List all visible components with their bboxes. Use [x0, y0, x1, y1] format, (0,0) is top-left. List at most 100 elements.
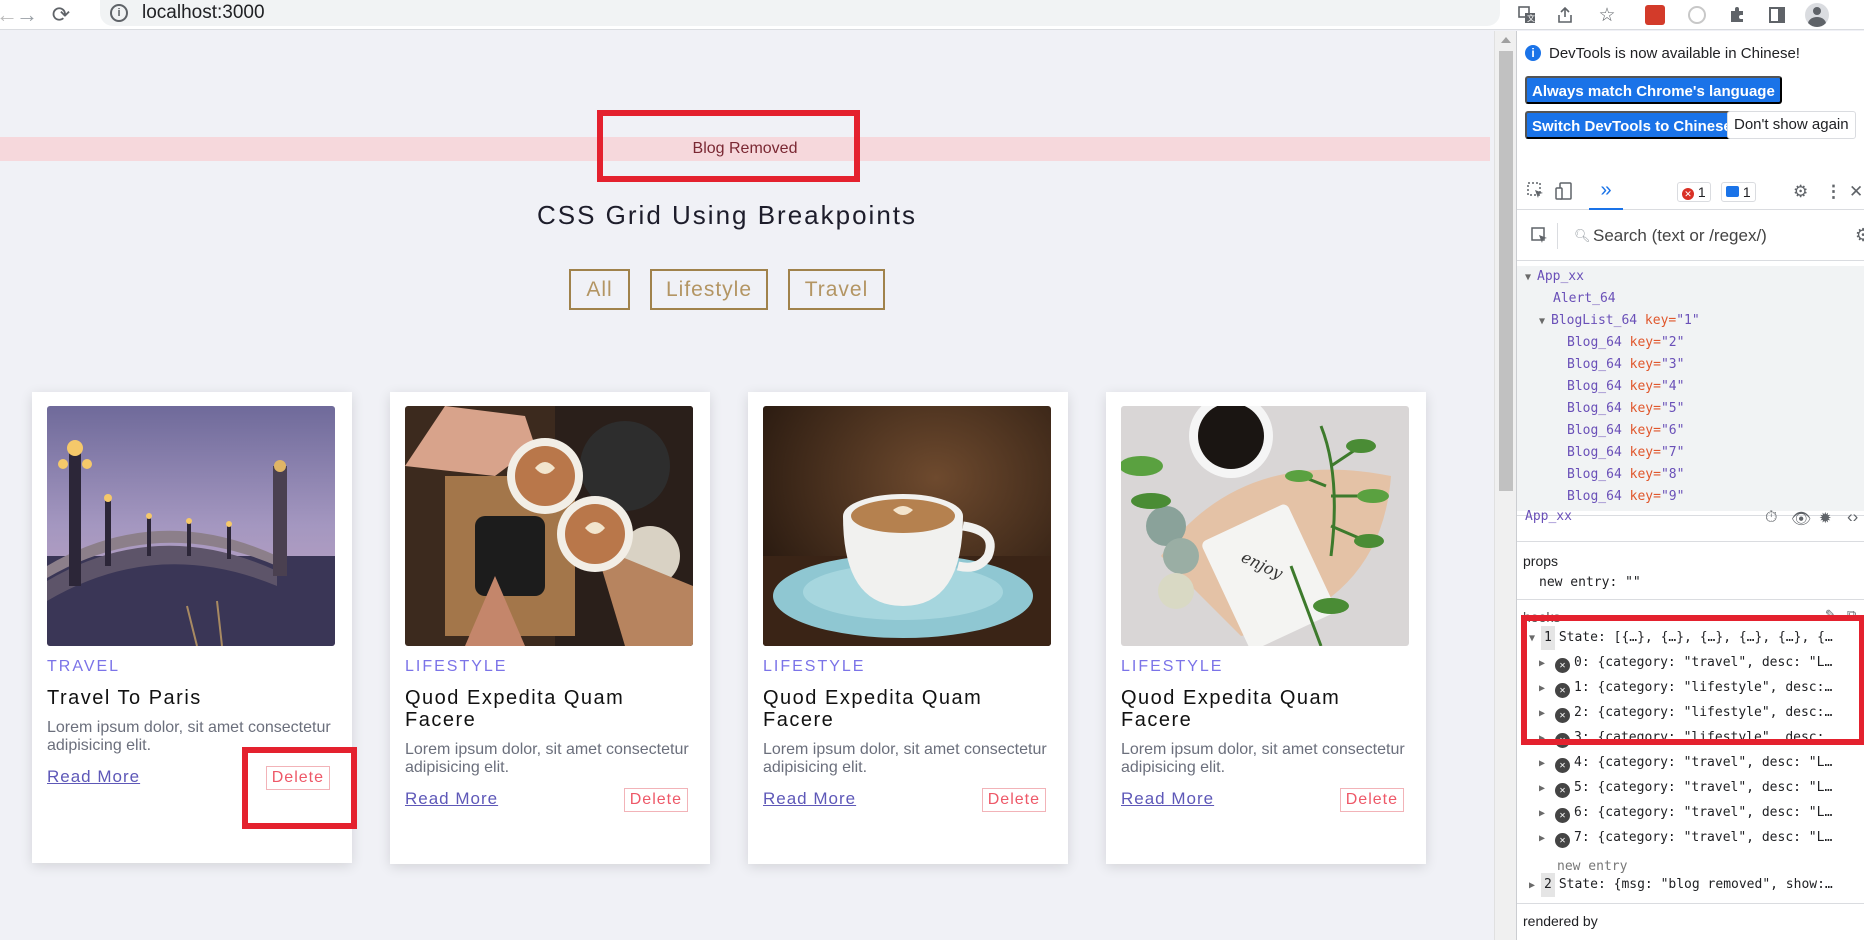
state-item-row[interactable]: ▶ ✕ 7: {category: "travel", desc: "L…: [1539, 826, 1832, 850]
tree-node-app[interactable]: ▼ App_xx: [1517, 266, 1864, 288]
bug-icon[interactable]: ✹: [1819, 509, 1832, 527]
highlight-box-alert: [597, 110, 860, 182]
blog-description: Lorem ipsum dolor, sit amet consectetur …: [763, 741, 1047, 776]
read-more-link[interactable]: Read More: [47, 767, 140, 787]
blog-category: LIFESTYLE: [405, 658, 508, 675]
dont-show-again-button[interactable]: Don't show again: [1727, 111, 1856, 139]
tree-node-blog[interactable]: Blog_64 key="6": [1517, 420, 1864, 442]
devtools-language-notice: DevTools is now available in Chinese!: [1549, 45, 1800, 62]
forward-arrow-icon[interactable]: →: [14, 2, 40, 28]
select-component-icon[interactable]: [1531, 227, 1549, 250]
remove-item-icon[interactable]: ✕: [1555, 758, 1570, 773]
error-count: 1: [1697, 184, 1706, 200]
site-info-icon[interactable]: i: [110, 4, 128, 22]
reload-icon[interactable]: ⟳: [48, 2, 74, 28]
tree-node-blog[interactable]: Blog_64 key="8": [1517, 464, 1864, 486]
props-entry[interactable]: new entry: "": [1539, 575, 1641, 590]
share-icon[interactable]: [1552, 2, 1578, 28]
delete-button[interactable]: Delete: [1339, 788, 1404, 812]
blog-card: LIFESTYLE Quod Expedita Quam Facere Lore…: [390, 392, 710, 864]
blog-title: Quod Expedita Quam Facere: [405, 687, 625, 731]
filter-lifestyle-button[interactable]: Lifestyle: [650, 269, 768, 310]
tree-node-blog[interactable]: Blog_64 key="7": [1517, 442, 1864, 464]
blog-image-coffee-cup: [763, 406, 1051, 646]
read-more-link[interactable]: Read More: [1121, 789, 1214, 809]
expand-triangle-icon[interactable]: ▶: [1539, 827, 1551, 851]
more-tabs-icon[interactable]: »: [1589, 174, 1623, 210]
url-text: localhost:3000: [142, 2, 265, 23]
remove-item-icon[interactable]: ✕: [1555, 783, 1570, 798]
source-code-icon[interactable]: ‹›: [1847, 507, 1858, 527]
eye-icon[interactable]: 👁︎: [1791, 509, 1811, 529]
tree-node-alert[interactable]: Alert_64: [1517, 288, 1864, 310]
hook-state-row[interactable]: ▶ 2 State: {msg: "blog removed", show:…: [1529, 873, 1833, 897]
settings-gear-icon[interactable]: ⚙: [1855, 225, 1864, 246]
svg-text:文: 文: [1527, 13, 1535, 23]
blog-category: TRAVEL: [47, 658, 121, 675]
filter-travel-button[interactable]: Travel: [788, 269, 885, 310]
extension-icon-2[interactable]: [1684, 2, 1710, 28]
expand-triangle-icon[interactable]: ▼: [1539, 311, 1551, 333]
kebab-menu-icon[interactable]: ⋮: [1825, 182, 1842, 202]
tree-node-blog[interactable]: Blog_64 key="9": [1517, 486, 1864, 508]
components-search-row: 🔍︎ ⚙: [1517, 211, 1864, 261]
star-icon[interactable]: ☆: [1594, 2, 1620, 28]
delete-button[interactable]: Delete: [981, 788, 1046, 812]
component-search-input[interactable]: [1569, 223, 1829, 249]
remove-item-icon[interactable]: ✕: [1555, 833, 1570, 848]
switch-to-chinese-button[interactable]: Switch DevTools to Chinese: [1525, 111, 1739, 139]
blog-description: Lorem ipsum dolor, sit amet consectetur …: [405, 741, 689, 776]
tree-node-blog[interactable]: Blog_64 key="5": [1517, 398, 1864, 420]
tree-node-blog[interactable]: Blog_64 key="2": [1517, 332, 1864, 354]
blog-category: LIFESTYLE: [763, 658, 866, 675]
address-bar[interactable]: i localhost:3000: [100, 0, 1500, 26]
tree-node-bloglist[interactable]: ▼ BlogList_64 key="1": [1517, 310, 1864, 332]
read-more-link[interactable]: Read More: [763, 789, 856, 809]
blog-image-coffee-cheers: [405, 406, 693, 646]
error-count-badge[interactable]: ✕ 1: [1677, 182, 1711, 202]
tree-node-blog[interactable]: Blog_64 key="4": [1517, 376, 1864, 398]
sidepanel-icon[interactable]: [1764, 2, 1790, 28]
extension-icon[interactable]: [1642, 2, 1668, 28]
puzzle-icon[interactable]: [1724, 2, 1750, 28]
scroll-thumb[interactable]: [1499, 51, 1513, 491]
stopwatch-icon[interactable]: ⏱: [1765, 509, 1777, 527]
read-more-link[interactable]: Read More: [405, 789, 498, 809]
expand-triangle-icon[interactable]: ▶: [1539, 752, 1551, 776]
expand-triangle-icon[interactable]: ▶: [1529, 874, 1541, 898]
scroll-up-arrow-icon[interactable]: [1501, 37, 1511, 43]
blog-title: Quod Expedita Quam Facere: [763, 687, 983, 731]
state-item-row[interactable]: ▶ ✕ 6: {category: "travel", desc: "L…: [1539, 801, 1832, 825]
profile-icon[interactable]: [1804, 2, 1830, 28]
page-scrollbar[interactable]: [1494, 31, 1516, 940]
blog-image-coffee-leaves: enjoy: [1121, 406, 1409, 646]
settings-gear-icon[interactable]: ⚙: [1793, 182, 1808, 202]
message-count: 1: [1742, 184, 1751, 200]
expand-triangle-icon[interactable]: ▶: [1539, 777, 1551, 801]
blog-title: Quod Expedita Quam Facere: [1121, 687, 1341, 731]
filter-all-button[interactable]: All: [569, 269, 630, 310]
close-devtools-icon[interactable]: ✕: [1849, 182, 1863, 202]
blog-card: enjoy LIFESTYLE Quod Expedita Quam Facer…: [1106, 392, 1426, 864]
blog-image-paris: [47, 406, 335, 646]
device-toggle-icon[interactable]: [1555, 182, 1573, 205]
toolbar-divider: [1557, 223, 1558, 249]
state-item-row[interactable]: ▶ ✕ 4: {category: "travel", desc: "L…: [1539, 751, 1832, 775]
page-viewport: Blog Removed CSS Grid Using Breakpoints …: [0, 31, 1494, 940]
expand-triangle-icon[interactable]: ▶: [1539, 802, 1551, 826]
remove-item-icon[interactable]: ✕: [1555, 808, 1570, 823]
devtools-toolbar: » ✕ 1 1 ⚙ ⋮ ✕: [1517, 174, 1864, 210]
component-tree: ▼ App_xx Alert_64 ▼ BlogList_64 key="1" Bl…: [1517, 266, 1864, 511]
tree-node-blog[interactable]: Blog_64 key="3": [1517, 354, 1864, 376]
state-item-row[interactable]: ▶ ✕ 5: {category: "travel", desc: "L…: [1539, 776, 1832, 800]
message-count-badge[interactable]: 1: [1721, 182, 1756, 202]
expand-triangle-icon[interactable]: ▼: [1525, 267, 1537, 289]
translate-icon[interactable]: 文: [1514, 2, 1540, 28]
info-icon: i: [1525, 45, 1541, 61]
highlight-box-hooks: [1521, 615, 1864, 745]
inspect-element-icon[interactable]: [1527, 182, 1545, 205]
match-language-button[interactable]: Always match Chrome's language: [1525, 76, 1782, 104]
divider: [1517, 903, 1864, 904]
delete-button[interactable]: Delete: [623, 788, 688, 812]
new-entry-placeholder[interactable]: new entry: [1557, 859, 1627, 874]
